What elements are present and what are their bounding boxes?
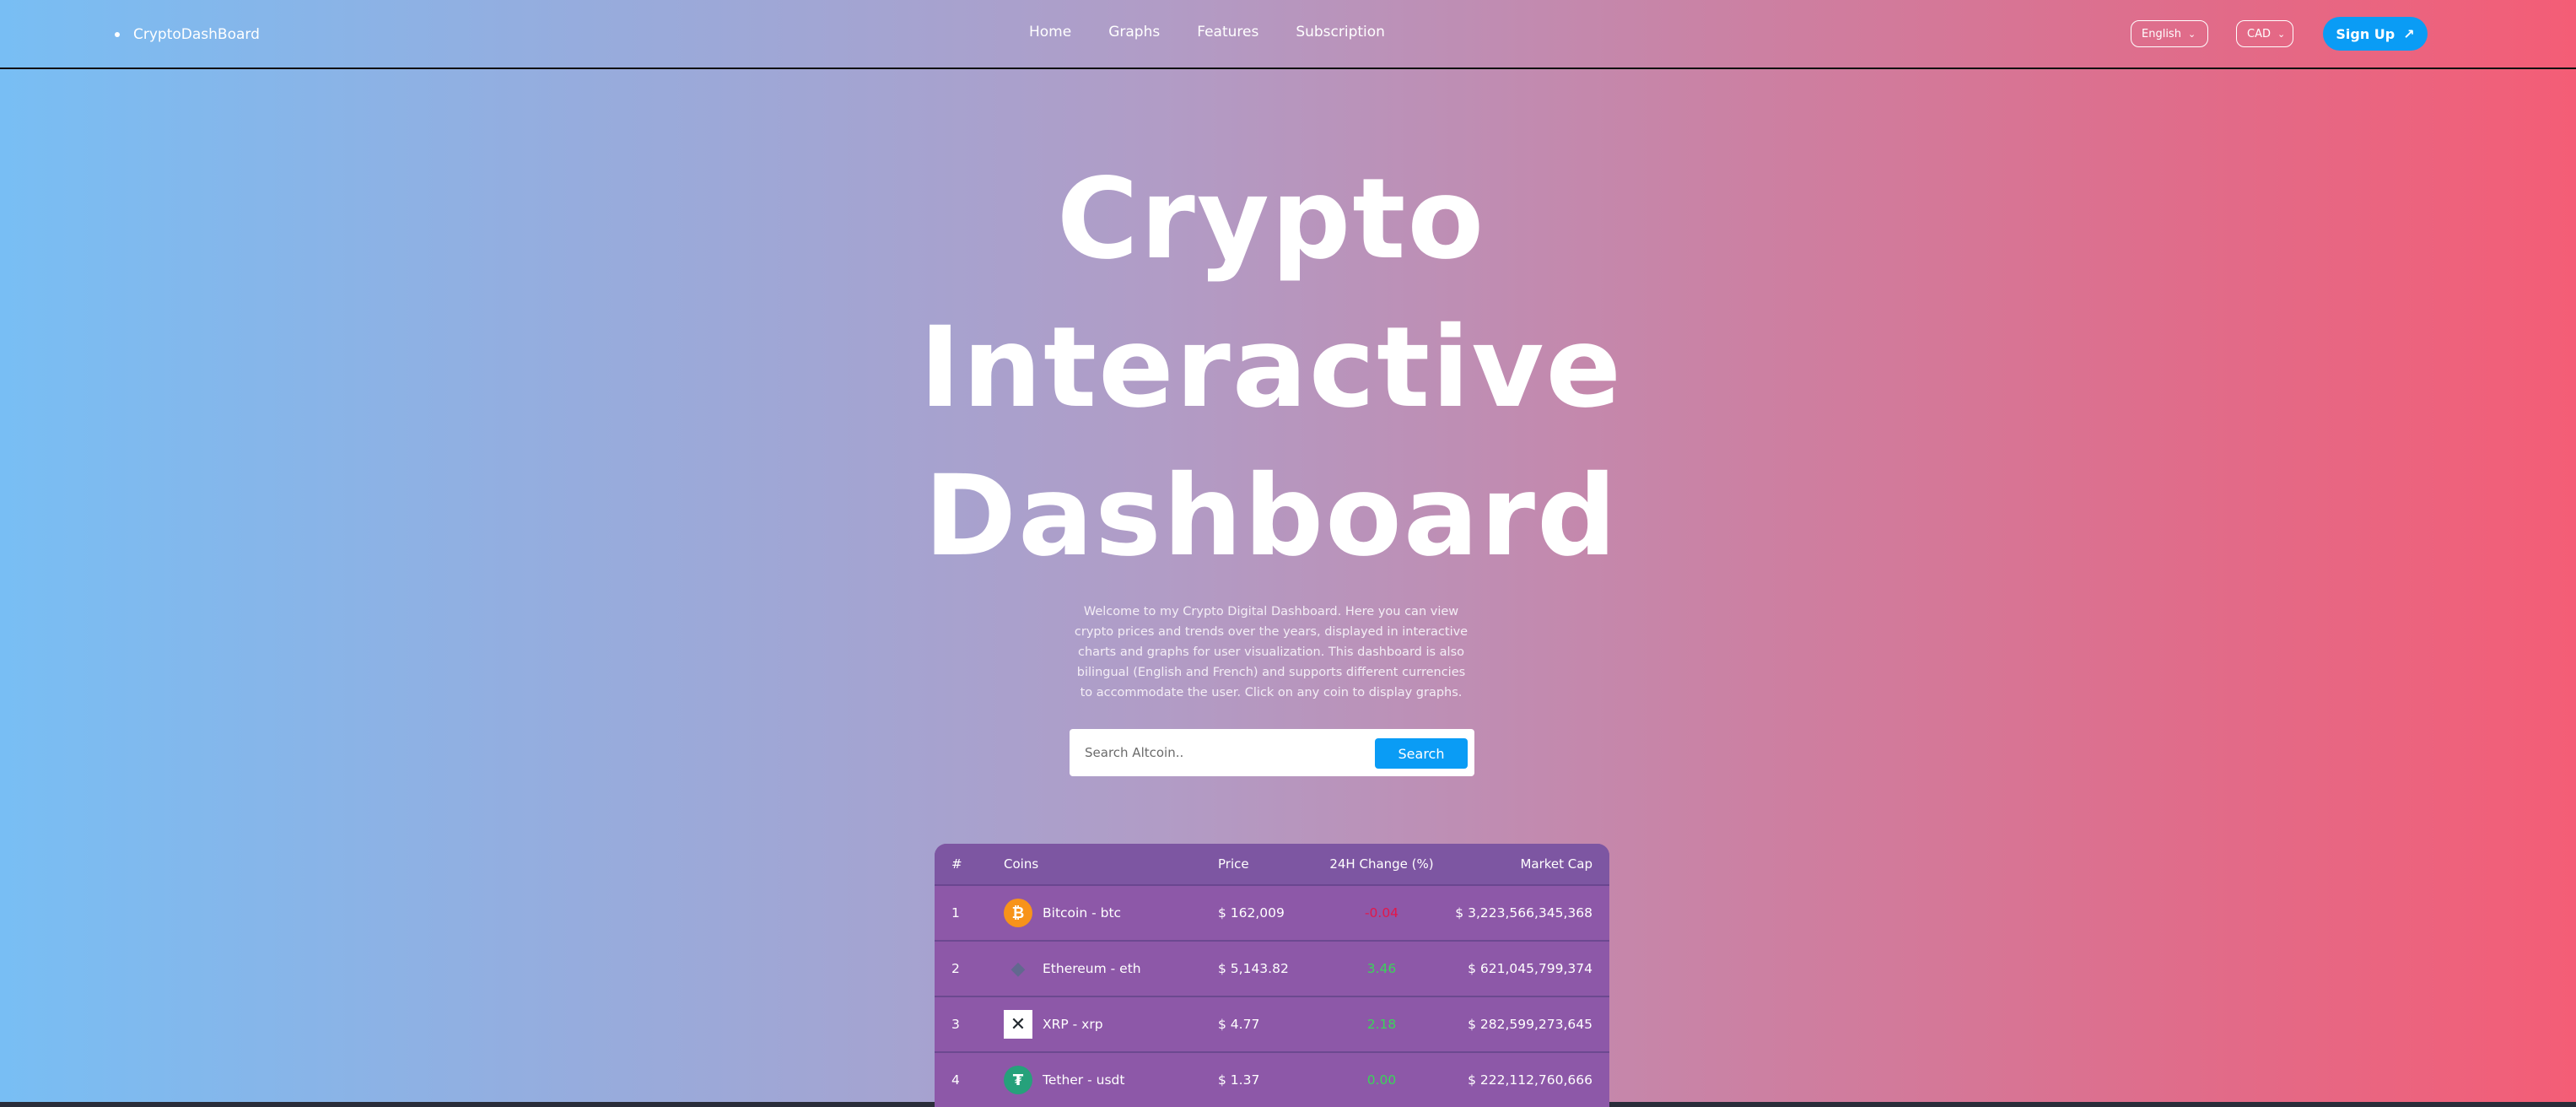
arrow-up-right-icon: ↗ (2403, 25, 2415, 42)
language-value: English (2142, 27, 2181, 40)
table-row[interactable]: 3 ✕ XRP - xrp $ 4.77 2.18 $ 282,599,273,… (935, 997, 1609, 1053)
row-coin-name: Bitcoin - btc (1043, 905, 1122, 921)
bitcoin-icon: ₿ (1004, 899, 1032, 927)
header-change: 24H Change (%) (1329, 856, 1434, 872)
currency-value: CAD (2247, 27, 2271, 40)
hero-title: Crypto Interactive Dashboard (843, 145, 1699, 591)
row-coin: ₮ Tether - usdt (1004, 1053, 1124, 1107)
row-coin: ✕ XRP - xrp (1004, 997, 1103, 1051)
hero-description: Welcome to my Crypto Digital Dashboard. … (1074, 605, 1469, 699)
nav-link-home[interactable]: Home (1029, 24, 1071, 40)
row-coin-name: Ethereum - eth (1043, 961, 1141, 976)
row-coin: ₿ Bitcoin - btc (1004, 886, 1121, 940)
row-coin-name: Tether - usdt (1043, 1072, 1125, 1088)
hero-title-line: Interactive (919, 303, 1624, 433)
hero-title-line: Dashboard (924, 451, 1619, 581)
language-select[interactable]: English ⌄ (2131, 20, 2208, 47)
chevron-down-icon: ⌄ (2277, 28, 2286, 40)
row-market-cap: $ 3,223,566,345,368 (1455, 905, 1592, 921)
hero-title-line: Crypto (1056, 154, 1486, 284)
row-price: $ 162,009 (1218, 905, 1285, 921)
currency-select[interactable]: CAD ⌄ (2236, 20, 2293, 47)
brand-name: CryptoDashBoard (133, 26, 260, 43)
nav-link-graphs[interactable]: Graphs (1108, 24, 1160, 40)
ethereum-icon: ◆ (1010, 958, 1026, 980)
header-market-cap: Market Cap (1520, 856, 1592, 872)
search-input[interactable] (1076, 734, 1363, 771)
signup-button[interactable]: Sign Up ↗ (2323, 17, 2428, 51)
row-rank: 4 (951, 1072, 960, 1088)
row-rank: 1 (951, 905, 960, 921)
row-coin: ◆ Ethereum - eth (1004, 942, 1141, 996)
row-price: $ 4.77 (1218, 1017, 1260, 1032)
nav-links: Home Graphs Features Subscription (1029, 24, 1385, 40)
header-rank: # (951, 856, 962, 872)
row-market-cap: $ 621,045,799,374 (1468, 961, 1592, 976)
signup-label: Sign Up (2336, 25, 2395, 42)
bullet-dot-icon (115, 32, 120, 37)
nav-link-subscription[interactable]: Subscription (1296, 24, 1385, 40)
row-coin-name: XRP - xrp (1043, 1017, 1103, 1032)
search-box: Search (1070, 729, 1474, 776)
nav-link-features[interactable]: Features (1197, 24, 1258, 40)
brand[interactable]: CryptoDashBoard (115, 24, 260, 46)
row-price: $ 1.37 (1218, 1072, 1260, 1088)
coin-table: # Coins Price 24H Change (%) Market Cap … (935, 844, 1609, 1107)
header-coins: Coins (1004, 856, 1039, 872)
search-button[interactable]: Search (1375, 738, 1468, 769)
row-rank: 3 (951, 1017, 960, 1032)
row-change: 0.00 (1366, 1072, 1397, 1088)
navbar: CryptoDashBoard Home Graphs Features Sub… (0, 0, 2576, 69)
header-price: Price (1218, 856, 1249, 872)
row-rank: 2 (951, 961, 960, 976)
row-change: 3.46 (1366, 961, 1397, 976)
xrp-icon: ✕ (1004, 1010, 1032, 1039)
table-row[interactable]: 1 ₿ Bitcoin - btc $ 162,009 -0.04 $ 3,22… (935, 886, 1609, 942)
table-row[interactable]: 2 ◆ Ethereum - eth $ 5,143.82 3.46 $ 621… (935, 942, 1609, 997)
table-header: # Coins Price 24H Change (%) Market Cap (935, 844, 1609, 886)
chevron-down-icon: ⌄ (2187, 28, 2196, 40)
row-change: -0.04 (1364, 905, 1399, 921)
row-change: 2.18 (1366, 1017, 1397, 1032)
row-price: $ 5,143.82 (1218, 961, 1289, 976)
row-market-cap: $ 282,599,273,645 (1468, 1017, 1592, 1032)
row-market-cap: $ 222,112,760,666 (1468, 1072, 1592, 1088)
tether-icon: ₮ (1004, 1066, 1032, 1094)
table-row[interactable]: 4 ₮ Tether - usdt $ 1.37 0.00 $ 222,112,… (935, 1053, 1609, 1107)
